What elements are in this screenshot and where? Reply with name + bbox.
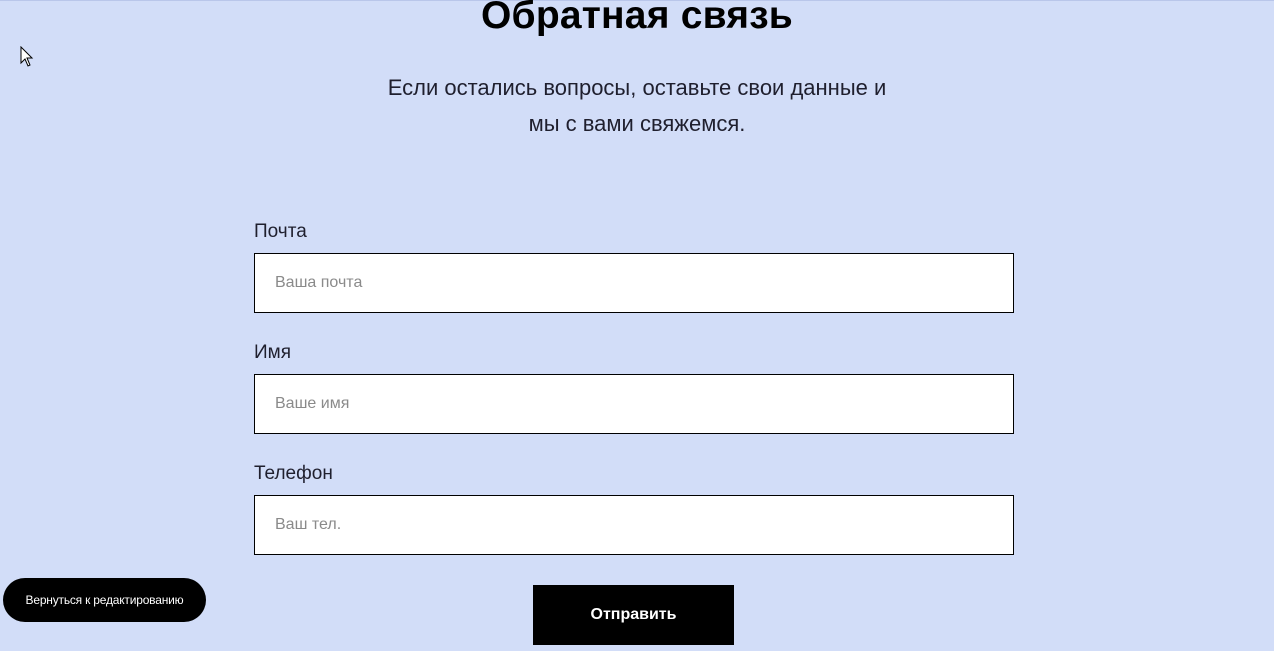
page-subtitle: Если остались вопросы, оставьте свои дан…	[337, 70, 937, 142]
email-label: Почта	[254, 221, 307, 242]
name-input[interactable]	[254, 374, 1014, 434]
mouse-pointer-icon	[20, 46, 34, 67]
name-label: Имя	[254, 342, 292, 363]
email-input[interactable]	[254, 253, 1014, 313]
submit-button[interactable]: Отправить	[533, 585, 734, 645]
subtitle-line-2: мы с вами свяжемся.	[528, 111, 746, 136]
phone-input[interactable]	[254, 495, 1014, 555]
subtitle-line-1: Если остались вопросы, оставьте свои дан…	[387, 75, 887, 100]
back-to-editing-button[interactable]: Вернуться к редактированию	[3, 578, 206, 622]
phone-label: Телефон	[254, 463, 333, 484]
page-title: Обратная связь	[481, 0, 793, 37]
